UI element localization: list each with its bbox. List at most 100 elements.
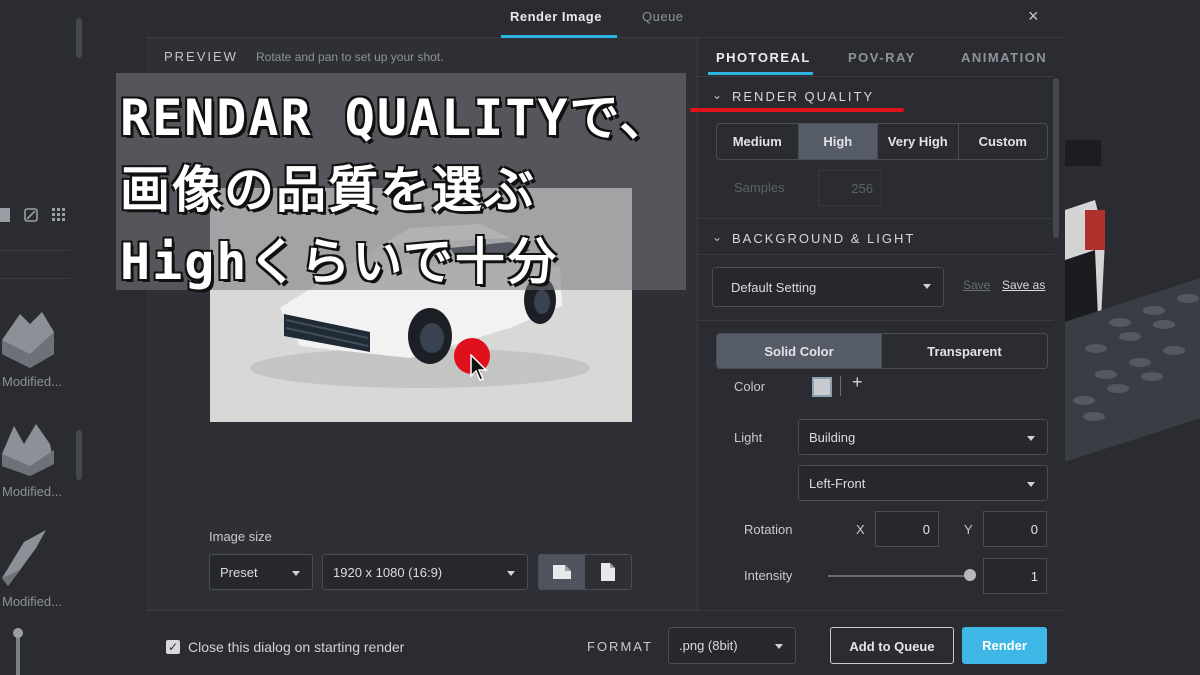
tab-animation[interactable]: ANIMATION: [961, 50, 1047, 65]
quality-very-high[interactable]: Very High: [878, 124, 959, 159]
save-link[interactable]: Save: [963, 278, 990, 292]
background-mode-control: Solid Color Transparent: [716, 333, 1048, 369]
preset-setting-value: Default Setting: [731, 280, 817, 295]
rotation-label: Rotation: [744, 522, 793, 537]
intensity-slider-thumb[interactable]: [964, 569, 976, 581]
preset-value: Preset: [220, 565, 258, 580]
intensity-label: Intensity: [744, 568, 793, 583]
preset-setting-select[interactable]: Default Setting: [712, 267, 944, 307]
format-label: FORMAT: [587, 639, 653, 654]
quality-medium[interactable]: Medium: [717, 124, 799, 159]
pin-handle[interactable]: [13, 628, 23, 675]
image-size-label: Image size: [209, 529, 272, 544]
part-item[interactable]: Modified...: [0, 420, 66, 510]
square-icon[interactable]: [0, 208, 10, 222]
samples-label: Samples: [734, 180, 785, 195]
save-as-link[interactable]: Save as: [1002, 278, 1045, 292]
caret-down-icon: [1027, 436, 1035, 441]
caret-down-icon: [923, 284, 931, 289]
part-item[interactable]: Modified...: [0, 530, 66, 620]
screen: Modified... Modified... Modified... Rend…: [0, 0, 1200, 675]
section-title: BACKGROUND & LIGHT: [732, 231, 916, 246]
sidebar-scrollbar[interactable]: [76, 18, 82, 58]
background-light-header[interactable]: ⌄ BACKGROUND & LIGHT: [698, 218, 1054, 252]
active-tab-indicator: [501, 35, 617, 38]
quality-custom[interactable]: Custom: [959, 124, 1047, 159]
quality-segmented-control: Medium High Very High Custom: [716, 123, 1048, 160]
caption-line: Highくらいで十分: [120, 233, 559, 291]
preview-label: PREVIEW: [164, 49, 238, 64]
caret-down-icon: [775, 644, 783, 649]
intensity-field[interactable]: 1: [983, 558, 1047, 594]
tab-queue[interactable]: Queue: [642, 9, 684, 24]
divider: [0, 250, 70, 251]
render-quality-header[interactable]: ⌄ RENDER QUALITY: [698, 76, 1054, 110]
close-icon[interactable]: ×: [1028, 6, 1039, 27]
format-value: .png (8bit): [679, 638, 738, 653]
divider: [840, 376, 841, 396]
caret-down-icon: [1027, 482, 1035, 487]
active-tab-indicator: [708, 72, 813, 75]
light-label: Light: [734, 430, 763, 445]
add-to-queue-button[interactable]: Add to Queue: [830, 627, 954, 664]
landscape-button[interactable]: [539, 555, 585, 589]
annotation-underline: [690, 108, 904, 112]
rotation-y-field[interactable]: 0: [983, 511, 1047, 547]
close-on-render-checkbox[interactable]: ✓: [166, 640, 180, 654]
resolution-value: 1920 x 1080 (16:9): [333, 565, 443, 580]
rotation-x-field[interactable]: 0: [875, 511, 939, 547]
settings-panel: PHOTOREAL POV-RAY ANIMATION ⌄ RENDER QUA…: [690, 38, 1065, 610]
dialog-header: Render Image Queue ×: [146, 0, 1065, 38]
solid-color-option[interactable]: Solid Color: [717, 334, 882, 368]
color-label: Color: [734, 379, 766, 394]
add-color-icon[interactable]: +: [852, 372, 863, 393]
chevron-down-icon: ⌄: [712, 230, 725, 244]
divider: [698, 254, 1054, 255]
no-edit-icon[interactable]: [24, 208, 38, 225]
chevron-down-icon: ⌄: [712, 88, 725, 102]
light-select[interactable]: Building: [798, 419, 1048, 455]
light-value: Building: [809, 430, 856, 445]
transparent-option[interactable]: Transparent: [882, 334, 1047, 368]
grid-icon[interactable]: [52, 208, 66, 225]
brick-part-icon: [2, 424, 54, 476]
sidebar-toolbar: [0, 208, 66, 225]
mouse-cursor-icon: [470, 354, 488, 381]
viewport-background: [1065, 0, 1200, 675]
brick-part-icon: [2, 312, 54, 368]
parts-scrollbar[interactable]: [76, 430, 82, 480]
part-label: Modified...: [2, 594, 62, 609]
close-on-render-label: Close this dialog on starting render: [188, 639, 405, 655]
resolution-select[interactable]: 1920 x 1080 (16:9): [322, 554, 528, 590]
portrait-button[interactable]: [585, 555, 631, 589]
color-swatch[interactable]: [812, 377, 832, 397]
preset-select[interactable]: Preset: [209, 554, 313, 590]
part-item[interactable]: Modified...: [0, 310, 66, 400]
caret-down-icon: [292, 571, 300, 576]
format-select[interactable]: .png (8bit): [668, 627, 796, 664]
light-direction-select[interactable]: Left-Front: [798, 465, 1048, 501]
caret-down-icon: [507, 571, 515, 576]
divider: [698, 320, 1054, 321]
caption-line: 画像の品質を選ぶ: [120, 161, 536, 219]
orientation-toggle: [538, 554, 632, 590]
render-button[interactable]: Render: [962, 627, 1047, 664]
model-fragment: [1065, 140, 1101, 166]
tab-render-image[interactable]: Render Image: [510, 9, 602, 24]
tab-pov-ray[interactable]: POV-RAY: [848, 50, 916, 65]
portrait-page-icon: [601, 563, 615, 581]
intensity-slider[interactable]: [828, 575, 972, 577]
landscape-page-icon: [553, 565, 571, 579]
samples-field[interactable]: 256: [818, 170, 882, 206]
quality-high[interactable]: High: [798, 124, 879, 159]
divider: [0, 278, 70, 279]
x-label: X: [856, 522, 865, 537]
caption-line: RENDAR QUALITYで、: [120, 89, 672, 147]
preview-hint: Rotate and pan to set up your shot.: [256, 50, 444, 64]
part-label: Modified...: [2, 484, 62, 499]
y-label: Y: [964, 522, 973, 537]
tab-photoreal[interactable]: PHOTOREAL: [716, 50, 811, 65]
light-direction-value: Left-Front: [809, 476, 866, 491]
part-label: Modified...: [2, 374, 62, 389]
brick-part-icon: [2, 530, 46, 586]
